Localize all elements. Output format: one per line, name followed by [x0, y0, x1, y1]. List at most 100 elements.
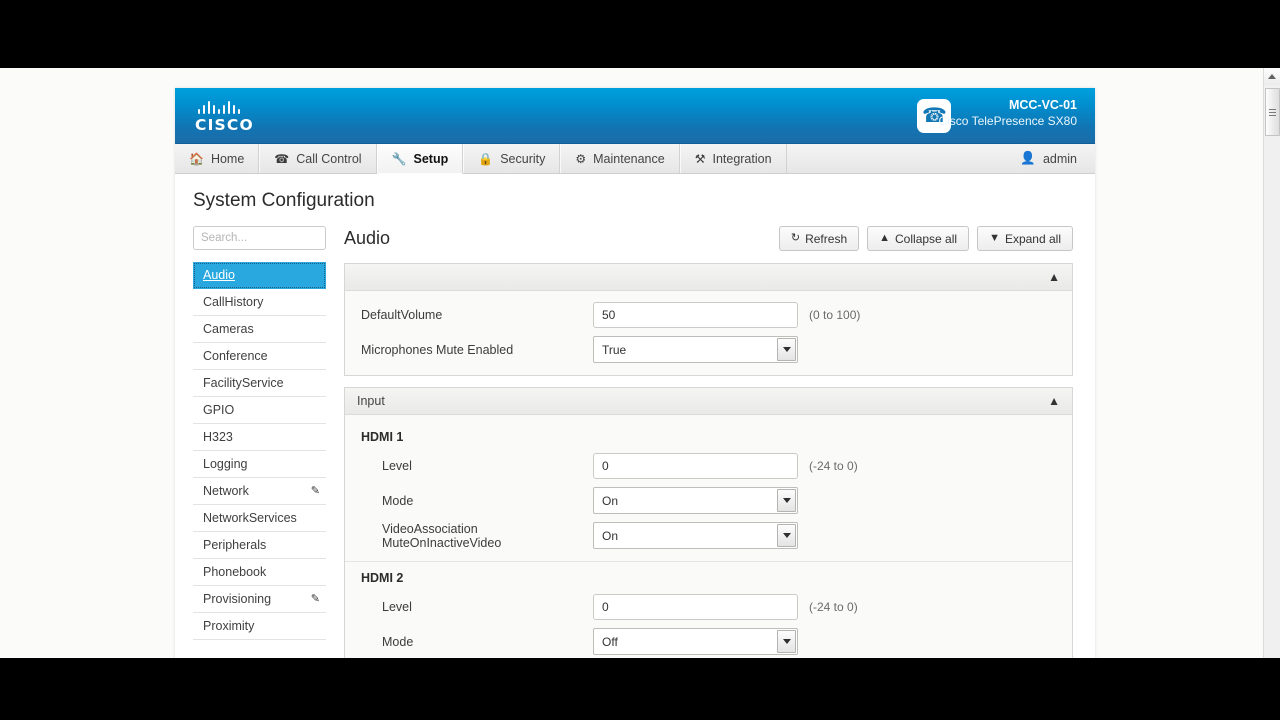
nav-tab-home[interactable]: 🏠 Home — [175, 144, 260, 173]
cisco-bars-icon — [195, 101, 267, 114]
sidebar-item-facilityservice[interactable]: FacilityService — [193, 370, 326, 397]
setting-label: DefaultVolume — [361, 307, 443, 322]
sidebar-item-label: Phonebook — [203, 565, 267, 579]
edit-icon[interactable]: ✎ — [311, 485, 320, 497]
select-value: True — [602, 342, 627, 357]
chevron-up-icon[interactable]: ▲ — [1048, 395, 1060, 407]
page-body: System Configuration Audio CallHistory — [175, 174, 1095, 660]
search-input[interactable] — [193, 226, 326, 250]
phone-icon: ☎ — [274, 151, 290, 166]
sidebar-item-peripherals[interactable]: Peripherals — [193, 532, 326, 559]
scroll-up-button[interactable] — [1264, 68, 1280, 85]
collapse-all-button[interactable]: ▲ Collapse all — [867, 226, 970, 251]
refresh-icon: ↻ — [790, 232, 801, 244]
sidebar-item-label: Proximity — [203, 619, 255, 633]
nav-tab-security[interactable]: 🔒 Security — [463, 144, 561, 173]
nav-tab-setup[interactable]: 🔧 Setup — [376, 144, 464, 174]
defaultvolume-input[interactable] — [593, 301, 798, 328]
setting-label: VideoAssociation MuteOnInactiveVideo — [382, 521, 502, 550]
setting-label: Mode — [382, 493, 414, 508]
sidebar-item-audio[interactable]: Audio — [193, 262, 326, 289]
config-sidebar: Audio CallHistory Cameras Conference — [193, 226, 326, 640]
sidebar-item-label: Cameras — [203, 322, 254, 336]
nav-tab-call-control[interactable]: ☎ Call Control — [259, 144, 377, 173]
letterbox-bottom — [0, 658, 1280, 720]
microphones-mute-enabled-select[interactable]: True — [593, 336, 798, 363]
nav-tab-maintenance[interactable]: ⚙ Maintenance — [560, 144, 680, 173]
content-toolbar: ↻ Refresh ▲ Collapse all ▼ Expand all — [778, 226, 1073, 251]
panel-general: ▲ DefaultVolume (0 to 100) Microphones M… — [344, 263, 1073, 376]
setting-row-hdmi1-level: Level (-24 to 0) — [345, 448, 1072, 483]
sidebar-list: Audio CallHistory Cameras Conference Fac… — [193, 262, 326, 640]
caret-up-icon — [1268, 74, 1276, 79]
sidebar-item-logging[interactable]: Logging — [193, 451, 326, 478]
setting-label: Mode — [382, 634, 414, 649]
sidebar-item-gpio[interactable]: GPIO — [193, 397, 326, 424]
nav-tab-label: Security — [500, 151, 546, 166]
nav-tab-label: Integration — [712, 151, 772, 166]
setting-hint: (-24 to 0) — [809, 599, 858, 614]
sidebar-item-label: CallHistory — [203, 295, 264, 309]
panel-header[interactable]: ▲ — [345, 264, 1072, 291]
sidebar-item-label: GPIO — [203, 403, 235, 417]
chevron-down-icon[interactable] — [777, 630, 796, 653]
setting-row-microphones-mute-enabled: Microphones Mute Enabled True — [345, 332, 1072, 367]
hdmi1-mode-select[interactable]: On — [593, 487, 798, 514]
screen: CISCO ☎ MCC-VC-01 Cisco TelePresence SX8… — [0, 0, 1280, 720]
sidebar-item-cameras[interactable]: Cameras — [193, 316, 326, 343]
setting-row-hdmi2-level: Level (-24 to 0) — [345, 589, 1072, 624]
sidebar-item-proximity[interactable]: Proximity — [193, 613, 326, 640]
config-content: Audio ↻ Refresh ▲ Collapse all ▼ Expand … — [344, 226, 1073, 660]
scrollbar-thumb[interactable] — [1265, 88, 1280, 136]
gear-icon: ⚙ — [575, 151, 587, 166]
sidebar-item-label: H323 — [203, 430, 233, 444]
chevron-down-icon[interactable] — [777, 489, 796, 512]
hdmi2-level-input[interactable] — [593, 593, 798, 620]
page-title: System Configuration — [193, 190, 375, 211]
sidebar-item-label: Peripherals — [203, 538, 267, 552]
chevron-up-icon[interactable]: ▲ — [1048, 271, 1060, 283]
user-icon: 👤 — [1020, 151, 1036, 165]
refresh-button[interactable]: ↻ Refresh — [778, 226, 860, 251]
sidebar-item-phonebook[interactable]: Phonebook — [193, 559, 326, 586]
sidebar-item-callhistory[interactable]: CallHistory — [193, 289, 326, 316]
chevron-down-icon[interactable] — [777, 524, 796, 547]
sidebar-item-label: Provisioning — [203, 592, 272, 606]
chevron-down-icon[interactable] — [777, 338, 796, 361]
nav-tab-label: Call Control — [296, 151, 362, 166]
grip-icon — [1269, 108, 1276, 116]
select-value: On — [602, 528, 619, 543]
user-menu[interactable]: 👤 admin — [1006, 144, 1095, 173]
hdmi1-videoassociation-muteoninactivevideo-select[interactable]: On — [593, 522, 798, 549]
sidebar-item-label: Logging — [203, 457, 248, 471]
page-scrollbar[interactable] — [1263, 68, 1280, 660]
nav-tab-integration[interactable]: ⚒ Integration — [679, 144, 787, 173]
sidebar-item-provisioning[interactable]: Provisioning ✎ — [193, 586, 326, 613]
setting-label: Microphones Mute Enabled — [361, 342, 514, 357]
edit-icon[interactable]: ✎ — [311, 593, 320, 605]
setting-row-hdmi1-videoassociation: VideoAssociation MuteOnInactiveVideo On — [345, 518, 1072, 553]
panel-body: HDMI 1 Level (-24 to 0) Mode On — [345, 415, 1072, 660]
nav-tab-label: Maintenance — [593, 151, 665, 166]
select-value: Off — [602, 634, 618, 649]
sidebar-item-networkservices[interactable]: NetworkServices — [193, 505, 326, 532]
nav-tab-label: Setup — [413, 151, 449, 166]
sidebar-item-network[interactable]: Network ✎ — [193, 478, 326, 505]
chevron-down-icon: ▼ — [989, 232, 1000, 244]
sidebar-item-conference[interactable]: Conference — [193, 343, 326, 370]
content-header: Audio ↻ Refresh ▲ Collapse all ▼ Expand … — [344, 226, 1073, 251]
sidebar-item-h323[interactable]: H323 — [193, 424, 326, 451]
panel-body: DefaultVolume (0 to 100) Microphones Mut… — [345, 291, 1072, 375]
panel-header[interactable]: Input ▲ — [345, 388, 1072, 415]
hdmi1-level-input[interactable] — [593, 452, 798, 479]
setting-row-hdmi1-mode: Mode On — [345, 483, 1072, 518]
sidebar-item-label: Audio — [203, 268, 235, 282]
chevron-up-icon: ▲ — [879, 232, 891, 244]
hdmi2-mode-select[interactable]: Off — [593, 628, 798, 655]
expand-all-button[interactable]: ▼ Expand all — [977, 226, 1073, 251]
puzzle-plug-icon: ⚒ — [694, 151, 706, 166]
device-model: Cisco TelePresence SX80 — [938, 114, 1077, 128]
wrench-icon: 🔧 — [391, 151, 407, 166]
user-name: admin — [1042, 151, 1077, 166]
refresh-label: Refresh — [805, 231, 848, 246]
